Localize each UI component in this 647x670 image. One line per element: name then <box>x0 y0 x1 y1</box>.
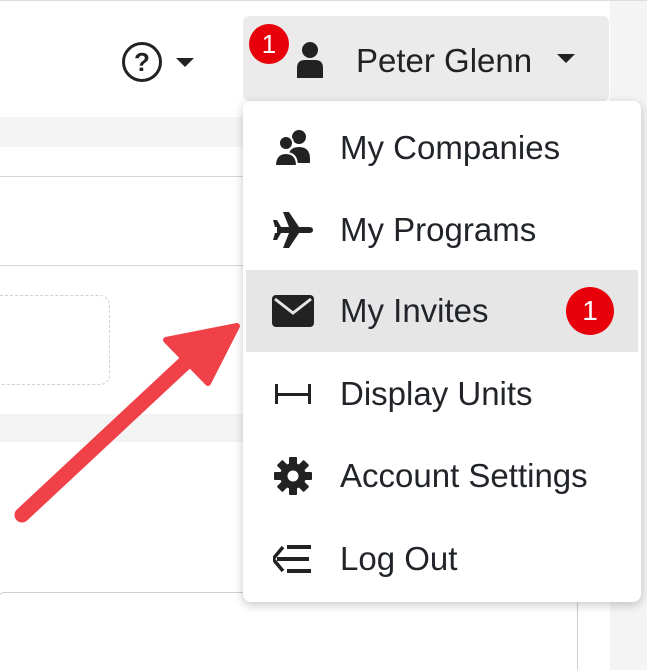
help-dropdown-button[interactable]: ? <box>122 40 194 84</box>
gear-icon <box>272 457 314 495</box>
user-icon <box>297 42 323 78</box>
menu-item-log-out[interactable]: Log Out <box>246 518 638 600</box>
content-card <box>0 592 578 670</box>
dropzone-box[interactable] <box>0 295 110 385</box>
invites-count-badge: 1 <box>566 287 614 335</box>
menu-item-account-settings[interactable]: Account Settings <box>246 435 638 517</box>
menu-item-my-companies[interactable]: My Companies <box>246 107 638 189</box>
menu-item-my-programs[interactable]: My Programs <box>246 189 638 271</box>
question-circle-icon: ? <box>122 42 162 82</box>
notification-badge: 1 <box>249 24 289 64</box>
ruler-icon <box>272 375 314 413</box>
chevron-down-icon <box>557 54 575 63</box>
user-menu-button[interactable]: 1 Peter Glenn <box>243 16 609 101</box>
airplane-icon <box>272 211 314 249</box>
menu-item-my-invites[interactable]: My Invites 1 <box>246 270 638 352</box>
user-name: Peter Glenn <box>356 42 533 79</box>
envelope-icon <box>272 292 314 330</box>
users-icon <box>272 129 314 167</box>
logout-icon <box>272 540 314 578</box>
top-divider <box>0 0 647 1</box>
chevron-down-icon <box>176 57 194 67</box>
menu-item-display-units[interactable]: Display Units <box>246 353 638 435</box>
user-dropdown-menu: My Companies My Programs My Invites 1 Di… <box>243 101 641 602</box>
